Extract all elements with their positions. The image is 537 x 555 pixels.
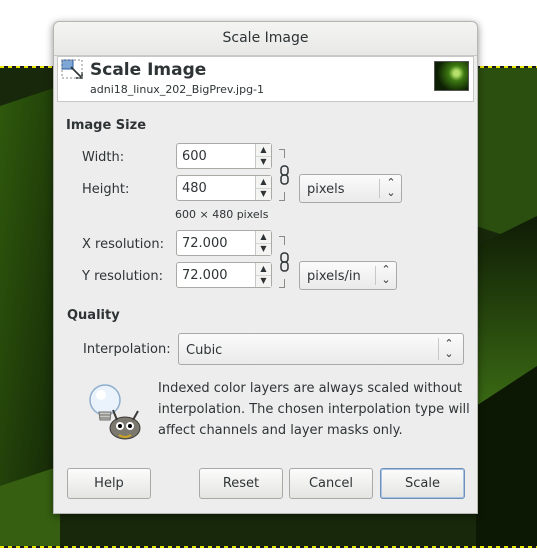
- width-spinbutton[interactable]: 600 ▲ ▼: [176, 143, 272, 169]
- header-title: Scale Image: [90, 60, 207, 80]
- chain-link-icon: [280, 252, 289, 272]
- reset-button[interactable]: Reset: [199, 468, 283, 499]
- y-resolution-label: Y resolution:: [82, 269, 163, 284]
- y-resolution-spinbutton[interactable]: 72.000 ▲ ▼: [176, 262, 272, 288]
- x-resolution-decrement-button[interactable]: ▼: [256, 243, 271, 255]
- header-filename: adni18_linux_202_BigPrev.jpg-1: [90, 83, 265, 96]
- scale-image-dialog: Scale Image Scale Image adni18_linux_202…: [53, 21, 478, 514]
- x-resolution-spinbutton[interactable]: 72.000 ▲ ▼: [176, 230, 272, 256]
- indexed-layers-note: Indexed color layers are always scaled w…: [158, 381, 470, 438]
- y-resolution-decrement-button[interactable]: ▼: [256, 275, 271, 287]
- resolution-chain-button[interactable]: [279, 236, 293, 288]
- dialog-titlebar[interactable]: Scale Image: [54, 22, 477, 56]
- interpolation-label: Interpolation:: [83, 342, 171, 357]
- size-chain-button[interactable]: [279, 149, 293, 201]
- height-decrement-button[interactable]: ▼: [256, 188, 271, 200]
- size-info-text: 600 × 480 pixels: [175, 208, 269, 221]
- width-decrement-button[interactable]: ▼: [256, 156, 271, 168]
- chevron-updown-icon: ⌃ ⌄: [381, 263, 391, 286]
- wilber-lightbulb-icon: [89, 384, 141, 440]
- cancel-button[interactable]: Cancel: [289, 468, 373, 499]
- chevron-updown-icon: ⌃ ⌄: [444, 337, 454, 360]
- image-size-section-title: Image Size: [66, 118, 147, 133]
- x-resolution-label: X resolution:: [82, 237, 164, 252]
- dialog-header: Scale Image adni18_linux_202_BigPrev.jpg…: [57, 56, 474, 102]
- scale-image-icon: [61, 59, 83, 79]
- quality-section-title: Quality: [67, 308, 120, 323]
- chevron-updown-icon: ⌃ ⌄: [386, 176, 396, 199]
- canvas-border-bottom: [0, 546, 537, 548]
- y-resolution-value: 72.000: [182, 268, 228, 283]
- interpolation-value: Cubic: [186, 343, 223, 358]
- width-value: 600: [182, 149, 207, 164]
- size-unit-value: pixels: [307, 182, 345, 197]
- chain-link-icon: [280, 165, 289, 185]
- height-label: Height:: [82, 182, 130, 197]
- size-unit-combo[interactable]: pixels ⌃ ⌄: [299, 174, 402, 203]
- height-spinbutton[interactable]: 480 ▲ ▼: [176, 175, 272, 201]
- height-value: 480: [182, 181, 207, 196]
- scale-button[interactable]: Scale: [380, 468, 465, 499]
- image-thumbnail: [434, 61, 469, 91]
- width-label: Width:: [82, 150, 125, 165]
- resolution-unit-value: pixels/in: [307, 269, 361, 284]
- help-button[interactable]: Help: [67, 468, 151, 499]
- x-resolution-value: 72.000: [182, 236, 228, 251]
- resolution-unit-combo[interactable]: pixels/in ⌃ ⌄: [299, 261, 397, 290]
- interpolation-combo[interactable]: Cubic ⌃ ⌄: [178, 333, 464, 365]
